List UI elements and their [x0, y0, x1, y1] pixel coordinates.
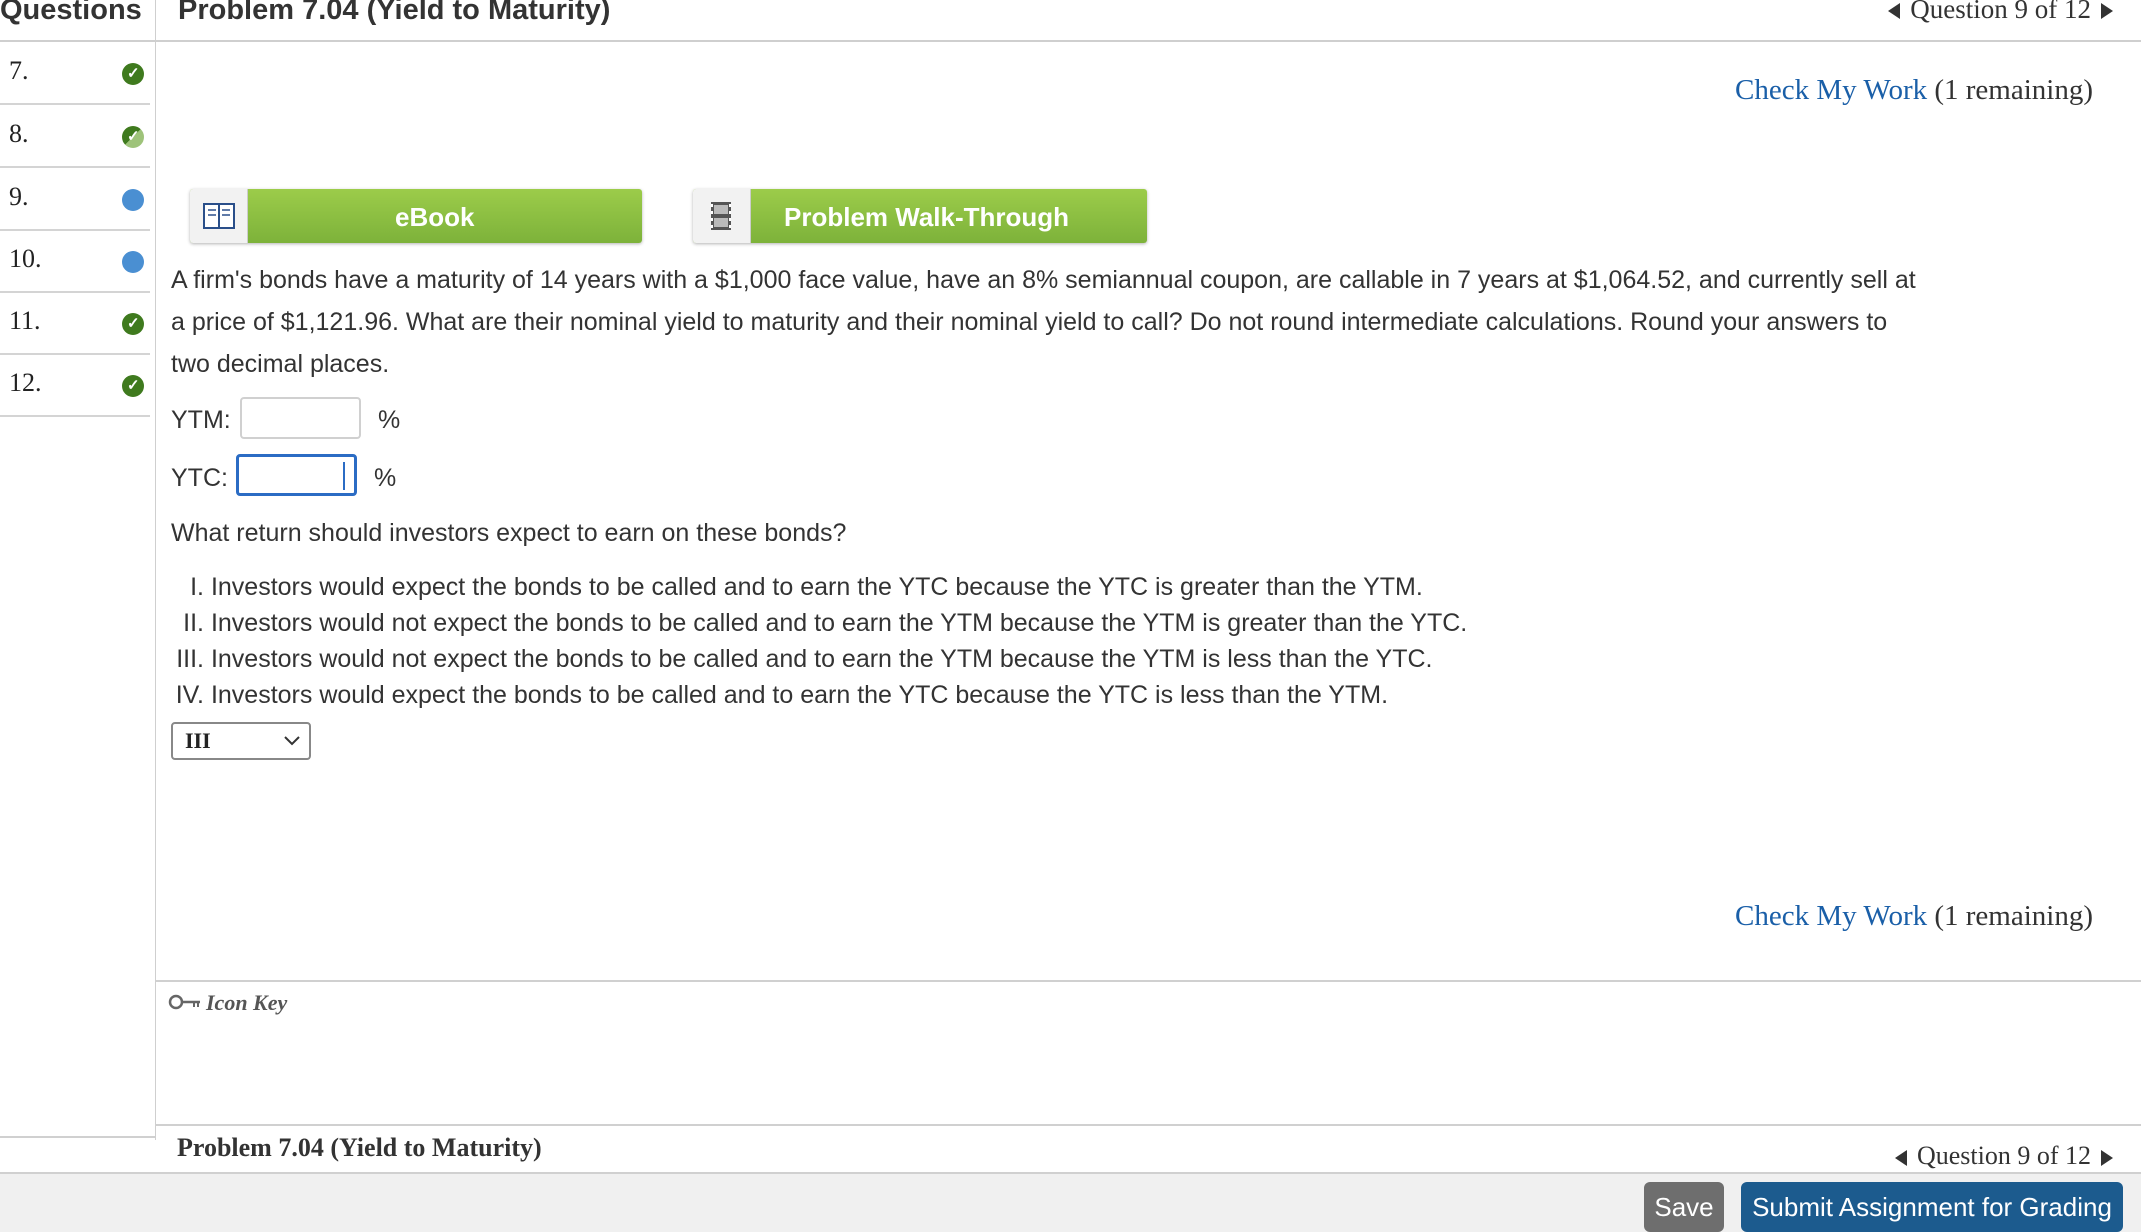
option-text: Investors would not expect the bonds to … [210, 645, 1433, 673]
question-number: 11. [9, 306, 41, 335]
option-numeral: III. [176, 645, 204, 673]
question-number: 12. [9, 368, 42, 397]
answer-options: I. Investors would expect the bonds to b… [158, 569, 1958, 713]
remaining-count: (1 remaining) [1934, 900, 2093, 932]
question-number: 7. [9, 56, 29, 85]
question-item-7[interactable]: 7. ✓ [0, 42, 150, 105]
question-item-10[interactable]: 10. [0, 230, 150, 293]
question-line: a price of $1,121.96. What are their nom… [171, 308, 1888, 336]
header-divider [156, 40, 2141, 42]
option-text: Investors would not expect the bonds to … [210, 609, 1468, 637]
question-item-8[interactable]: 8. ✓ [0, 105, 150, 168]
footer-problem-title: Problem 7.04 (Yield to Maturity) [177, 1133, 542, 1162]
in-progress-dot-icon [122, 251, 144, 273]
footer-divider [156, 1124, 2141, 1126]
question-item-9[interactable]: 9. [0, 168, 150, 231]
option-text: Investors would expect the bonds to be c… [210, 573, 1423, 601]
check-icon: ✓ [122, 313, 144, 335]
ebook-label: eBook [395, 202, 475, 232]
sidebar-header: Questions [0, 0, 155, 42]
check-my-work-link[interactable]: Check My Work [1735, 900, 1927, 932]
option-text: Investors would expect the bonds to be c… [210, 681, 1389, 709]
footer-question-navigator[interactable]: Question 9 of 12 [1894, 1141, 2113, 1171]
film-icon [693, 189, 751, 243]
ytm-percent: % [378, 406, 401, 434]
section-divider [156, 980, 2141, 982]
answer-option-4: IV. Investors would expect the bonds to … [158, 677, 1958, 713]
followup-question: What return should investors expect to e… [171, 519, 847, 547]
option-numeral: II. [183, 609, 204, 637]
chevron-down-icon [283, 731, 301, 754]
question-line: A firm's bonds have a maturity of 14 yea… [171, 266, 1916, 294]
ytc-label: YTC: [171, 464, 228, 492]
problem-walkthrough-button[interactable]: Problem Walk-Through [693, 189, 1147, 243]
check-my-work-bottom: Check My Work (1 remaining) [1735, 900, 2093, 933]
walkthrough-label: Problem Walk-Through [784, 202, 1070, 232]
ebook-button[interactable]: eBook [190, 189, 642, 243]
ytm-input[interactable] [240, 397, 361, 439]
text-cursor [343, 462, 345, 490]
question-nav-label: Question 9 of 12 [1916, 1141, 2091, 1170]
in-progress-dot-icon [122, 189, 144, 211]
icon-key-label: Icon Key [206, 990, 288, 1015]
key-icon [168, 992, 202, 1018]
next-arrow-icon[interactable] [2101, 1150, 2113, 1167]
option-numeral: IV. [175, 681, 204, 709]
check-my-work-top: Check My Work (1 remaining) [1735, 74, 2093, 107]
question-number: 9. [9, 182, 29, 211]
sidebar-title: Questions [0, 0, 142, 26]
selected-answer: III [185, 728, 211, 753]
question-number: 10. [9, 244, 42, 273]
question-item-12[interactable]: 12. ✓ [0, 354, 150, 417]
check-icon: ✓ [122, 63, 144, 85]
problem-title: Problem 7.04 (Yield to Maturity) [178, 0, 611, 26]
question-navigator[interactable]: Question 9 of 12 [1888, 0, 2113, 25]
next-arrow-icon[interactable] [2101, 2, 2113, 19]
partial-check-icon: ✓ [122, 126, 144, 148]
option-numeral: I. [190, 573, 204, 601]
previous-arrow-icon[interactable] [1888, 2, 1901, 19]
question-nav-label: Question 9 of 12 [1910, 0, 2091, 24]
check-icon: ✓ [122, 375, 144, 397]
answer-option-2: II. Investors would not expect the bonds… [158, 605, 1958, 641]
sidebar-bottom-divider [0, 1136, 155, 1138]
save-button[interactable]: Save [1644, 1182, 1724, 1232]
answer-option-3: III. Investors would not expect the bond… [158, 641, 1958, 677]
ytm-label: YTM: [171, 406, 231, 434]
previous-arrow-icon[interactable] [1894, 1150, 1907, 1167]
icon-key[interactable]: Icon Key [168, 990, 287, 1018]
question-line: two decimal places. [171, 350, 390, 378]
submit-assignment-button[interactable]: Submit Assignment for Grading [1741, 1182, 2123, 1232]
answer-option-1: I. Investors would expect the bonds to b… [158, 569, 1958, 605]
ytc-percent: % [374, 464, 397, 492]
answer-select[interactable]: III [171, 722, 311, 760]
ytc-input[interactable] [236, 454, 357, 496]
question-text: A firm's bonds have a maturity of 14 yea… [171, 259, 2131, 385]
question-number: 8. [9, 119, 29, 148]
book-icon [190, 189, 248, 243]
question-item-11[interactable]: 11. ✓ [0, 292, 150, 355]
check-my-work-link[interactable]: Check My Work [1735, 74, 1927, 106]
remaining-count: (1 remaining) [1934, 74, 2093, 106]
